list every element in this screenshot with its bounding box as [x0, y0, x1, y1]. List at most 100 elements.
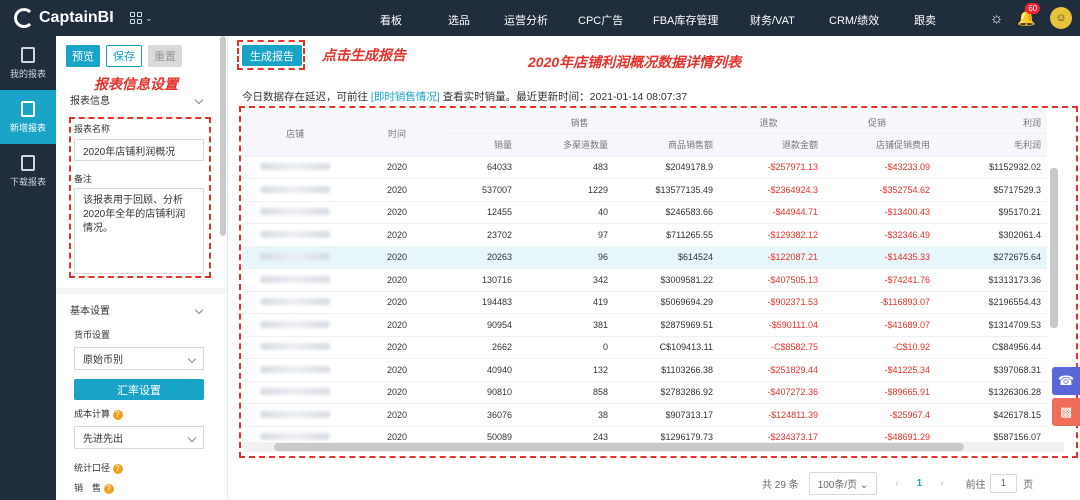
column-header: 时间 — [354, 111, 446, 157]
table-row[interactable]: 2020 537007 1229 $13577135.49 -$2364924.3 -$3… — [242, 178, 1048, 202]
table-cell: 194483 — [446, 291, 518, 314]
table-cell: $2049178.9 — [614, 156, 720, 179]
table-row[interactable]: 2020 20263 96 $614524 -$122087.21 -$14435.33 $… — [242, 246, 1048, 269]
logo[interactable]: CaptainBI — [0, 8, 130, 28]
chevron-down-icon — [194, 95, 204, 104]
table-row[interactable]: 2020 36076 38 $907313.17 -$124811.39 -$25967.… — [242, 403, 1048, 427]
report-note-textarea[interactable]: 该报表用于回顾、分析2020年全年的店铺利润情况。 — [74, 188, 204, 274]
table-cell: $13577135.49 — [614, 178, 720, 202]
avatar[interactable]: ☺ — [1050, 7, 1072, 29]
table-cell: $5069694.29 — [614, 291, 720, 314]
help-icon[interactable]: ? — [103, 484, 114, 494]
table-cell: 90954 — [446, 313, 518, 337]
table-row[interactable]: 2020 12455 40 $246583.66 -$44944.71 -$13400.4… — [242, 201, 1048, 224]
nav-item[interactable]: 看板 — [380, 12, 402, 28]
nav-item[interactable]: 跟卖 — [914, 12, 936, 28]
table-cell: 96 — [518, 246, 614, 269]
table-cell: $2783286.92 — [614, 381, 720, 404]
page-size-select[interactable]: 100条/页 ⌄ — [808, 472, 878, 495]
realtime-sales-link[interactable]: [即时销售情况] — [371, 91, 440, 103]
config-scrollbar[interactable] — [220, 36, 226, 236]
cost-method-value: 先进先出 — [83, 434, 123, 445]
column-header: 店铺 — [242, 111, 354, 157]
currency-label: 货币设置 — [74, 330, 111, 340]
nav-item[interactable]: CPC广告 — [578, 12, 623, 28]
nav-item[interactable]: CRM/绩效 — [829, 12, 879, 28]
nav-item[interactable]: FBA库存管理 — [653, 12, 718, 28]
table-cell: -$902371.53 — [719, 291, 825, 314]
table-cell: -$2364924.3 — [719, 178, 825, 202]
sidebar-item-my-reports[interactable]: 我的报表 — [0, 36, 56, 90]
table-row[interactable]: 2020 130716 342 $3009581.22 -$407505.13 -$742… — [242, 268, 1048, 292]
sidebar: 我的报表 新增报表 下载报表 — [0, 36, 56, 500]
currency-value: 原始币别 — [83, 355, 123, 366]
sidebar-item-download-report[interactable]: 下载报表 — [0, 144, 56, 198]
table-cell: -C$8582.75 — [719, 336, 825, 359]
shop-name-redacted — [242, 268, 354, 292]
exchange-rate-button[interactable]: 汇率设置 — [74, 379, 204, 400]
table-cell: -$407272.36 — [719, 381, 825, 404]
table-cell: $95170.21 — [936, 201, 1048, 224]
basic-settings-section-header[interactable]: 基本设置 — [56, 302, 218, 317]
table-row[interactable]: 2020 194483 419 $5069694.29 -$902371.53 -$116… — [242, 291, 1048, 314]
table-row[interactable]: 2020 50089 243 $1296179.73 -$234373.17 -$4869… — [242, 426, 1048, 441]
table-cell: 2020 — [354, 156, 446, 179]
table-vertical-scrollbar[interactable] — [1050, 168, 1058, 328]
table-cell: $1152932.02 — [936, 156, 1048, 179]
save-button[interactable]: 保存 — [106, 45, 142, 67]
nav-item[interactable]: 选品 — [448, 12, 470, 28]
table-cell: $246583.66 — [614, 201, 720, 224]
table-row[interactable]: 2020 64033 483 $2049178.9 -$257971.13 -$43233… — [242, 156, 1048, 179]
help-icon[interactable]: ? — [112, 410, 123, 420]
preview-button[interactable]: 预览 — [66, 45, 100, 67]
table-row[interactable]: 2020 23702 97 $711265.55 -$129382.12 -$32346.… — [242, 223, 1048, 247]
table-cell: -$352754.62 — [824, 178, 937, 202]
sidebar-item-label: 下载报表 — [9, 176, 46, 187]
table-cell: -$41689.07 — [824, 313, 937, 337]
table-row[interactable]: 2020 2662 0 C$109413.11 -C$8582.75 -C$10.92 C$… — [242, 336, 1048, 359]
table-cell: 483 — [518, 156, 614, 179]
table-cell: -$14435.33 — [824, 246, 937, 269]
help-icon[interactable]: ? — [112, 464, 123, 474]
group-header: 销售 — [446, 111, 720, 134]
reset-button[interactable]: 重置 — [148, 45, 182, 67]
currency-select[interactable]: 原始币别 — [74, 347, 204, 370]
table-horizontal-scrollbar[interactable] — [274, 443, 964, 451]
table-cell: -$32346.49 — [824, 223, 937, 247]
customer-service-icon[interactable]: ☎ — [1052, 367, 1080, 395]
theme-icon[interactable]: ☼ — [990, 10, 1004, 27]
table-cell: $2196554.43 — [936, 291, 1048, 314]
table-cell: -C$10.92 — [824, 336, 937, 359]
report-name-input[interactable]: 2020年店铺利润概况 — [74, 139, 204, 161]
group-header: 促销 — [824, 111, 937, 134]
generate-report-button[interactable]: 生成报告 — [242, 45, 302, 66]
nav-item[interactable]: 运营分析 — [504, 12, 548, 28]
table-cell: 342 — [518, 268, 614, 292]
sidebar-item-new-report[interactable]: 新增报表 — [0, 90, 56, 144]
notification-bell-icon[interactable]: 🔔 60 — [1017, 3, 1041, 27]
prev-page-icon[interactable]: ‹ — [895, 478, 898, 489]
cost-calc-label: 成本计算 ? — [74, 407, 123, 420]
table-cell: 50089 — [446, 426, 518, 441]
column-header: 毛利润 — [936, 133, 1048, 157]
table-row[interactable]: 2020 90954 381 $2875969.51 -$590111.04 -$4168… — [242, 313, 1048, 337]
notice-text: 今日数据存在延迟，可前往 — [242, 91, 368, 103]
next-page-icon[interactable]: › — [940, 478, 943, 489]
report-config-panel: 预览 保存 重置 报表信息设置 报表信息 报表名称 2020年店铺利润概况 备注… — [56, 36, 228, 500]
app-name: CaptainBI — [39, 9, 114, 26]
table-cell: -$129382.12 — [719, 223, 825, 247]
pagination-total: 共 29 条 — [762, 480, 799, 491]
cost-method-select[interactable]: 先进先出 — [74, 426, 204, 449]
logo-icon — [14, 8, 34, 28]
sidebar-item-label: 我的报表 — [9, 68, 46, 79]
current-page[interactable]: 1 — [917, 478, 923, 489]
table-cell: 38 — [518, 403, 614, 427]
goto-page-input[interactable]: 1 — [989, 474, 1018, 493]
table-row[interactable]: 2020 90810 858 $2783286.92 -$407272.36 -$8966… — [242, 381, 1048, 404]
table-cell: 2020 — [354, 223, 446, 247]
app-switcher[interactable]: ⌄ — [130, 12, 153, 24]
gift-icon[interactable]: ▩ — [1052, 398, 1080, 426]
report-info-section-header[interactable]: 报表信息 — [56, 92, 218, 107]
nav-item[interactable]: 财务/VAT — [750, 12, 795, 28]
table-row[interactable]: 2020 40940 132 $1103266.38 -$251829.44 -$4122… — [242, 358, 1048, 382]
